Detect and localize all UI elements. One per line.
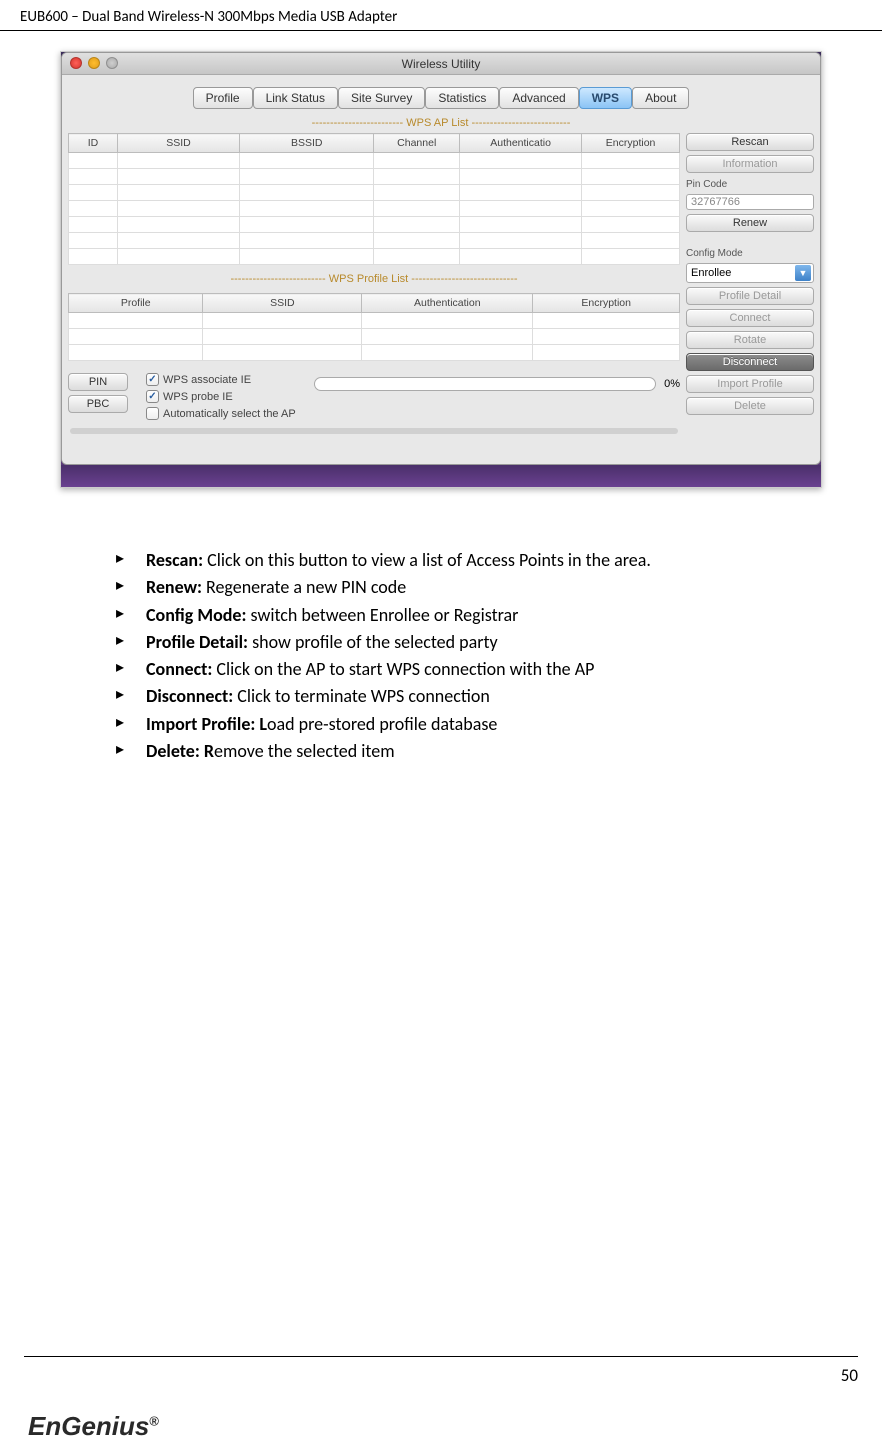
config-mode-value: Enrollee [691,267,731,279]
list-item: Profile Detail: show profile of the sele… [110,630,802,654]
screenshot: Wireless Utility Profile Link Status Sit… [60,51,822,488]
zoom-icon[interactable] [106,57,118,69]
config-mode-label: Config Mode [686,248,814,259]
window-title: Wireless Utility [402,57,481,71]
tab-advanced[interactable]: Advanced [499,87,578,109]
list-item: Rescan: Click on this button to view a l… [110,548,802,572]
pin-button[interactable]: PIN [68,373,128,391]
config-mode-select[interactable]: Enrollee ▼ [686,263,814,283]
rescan-button[interactable]: Rescan [686,133,814,151]
col-bssid: BSSID [240,134,374,153]
tab-about[interactable]: About [632,87,689,109]
pin-code-label: Pin Code [686,179,814,190]
information-button[interactable]: Information [686,155,814,173]
check1-label: WPS associate IE [163,374,251,386]
table-row[interactable] [69,153,680,169]
tab-site-survey[interactable]: Site Survey [338,87,425,109]
screenshot-footer-strip [61,465,821,487]
col-profile: Profile [69,294,203,313]
list-item: Disconnect: Click to terminate WPS conne… [110,684,802,708]
doc-title: EUB600 – Dual Band Wireless-N 300Mbps Me… [20,8,397,26]
check3-label: Automatically select the AP [163,408,296,420]
description-list: Rescan: Click on this button to view a l… [110,548,802,763]
rotate-button[interactable]: Rotate [686,331,814,349]
col-pssid: SSID [203,294,362,313]
list-item: Connect: Click on the AP to start WPS co… [110,657,802,681]
col-channel: Channel [374,134,460,153]
tab-profile[interactable]: Profile [193,87,253,109]
col-enc: Encryption [582,134,680,153]
window-titlebar: Wireless Utility [62,53,820,75]
table-row[interactable] [69,169,680,185]
renew-button[interactable]: Renew [686,214,814,232]
tab-statistics[interactable]: Statistics [425,87,499,109]
table-row[interactable] [69,201,680,217]
tab-bar: Profile Link Status Site Survey Statisti… [68,87,814,109]
table-row[interactable] [69,249,680,265]
delete-button[interactable]: Delete [686,397,814,415]
table-row[interactable] [69,233,680,249]
check2-label: WPS probe IE [163,391,233,403]
ap-list-title: ------------------------- WPS AP List --… [68,117,814,129]
pbc-button[interactable]: PBC [68,395,128,413]
profile-list-title: -------------------------- WPS Profile L… [68,273,680,285]
page-number: 50 [24,1356,858,1386]
checkbox-wps-associate[interactable]: ✓ [146,373,159,386]
chevron-down-icon: ▼ [795,265,811,281]
table-row[interactable] [69,217,680,233]
wps-ap-table[interactable]: ID SSID BSSID Channel Authenticatio Encr… [68,133,680,265]
col-ssid: SSID [117,134,239,153]
checkbox-wps-probe[interactable]: ✓ [146,390,159,403]
close-icon[interactable] [70,57,82,69]
table-row[interactable] [69,345,680,361]
page-header: EUB600 – Dual Band Wireless-N 300Mbps Me… [0,0,882,31]
list-item: Renew: Regenerate a new PIN code [110,575,802,599]
brand-logo: EnGenius® [28,1411,159,1442]
profile-detail-button[interactable]: Profile Detail [686,287,814,305]
checkbox-auto-ap[interactable] [146,407,159,420]
col-auth: Authenticatio [460,134,582,153]
progress-value: 0% [664,378,680,390]
tab-wps[interactable]: WPS [579,87,632,109]
table-row[interactable] [69,185,680,201]
col-id: ID [69,134,118,153]
list-item: Config Mode: switch between Enrollee or … [110,603,802,627]
pin-code-field[interactable]: 32767766 [686,194,814,210]
tab-link-status[interactable]: Link Status [253,87,338,109]
table-row[interactable] [69,329,680,345]
connect-button[interactable]: Connect [686,309,814,327]
table-row[interactable] [69,313,680,329]
col-penc: Encryption [533,294,680,313]
list-item: Import Profile: Load pre-stored profile … [110,712,802,736]
status-stripe [70,428,678,434]
disconnect-button[interactable]: Disconnect [686,353,814,371]
import-profile-button[interactable]: Import Profile [686,375,814,393]
app-window: Wireless Utility Profile Link Status Sit… [61,52,821,465]
traffic-lights [70,57,118,69]
wps-profile-table[interactable]: Profile SSID Authentication Encryption [68,293,680,361]
list-item: Delete: Remove the selected item [110,739,802,763]
minimize-icon[interactable] [88,57,100,69]
progress-bar [314,377,656,391]
col-pauth: Authentication [362,294,533,313]
